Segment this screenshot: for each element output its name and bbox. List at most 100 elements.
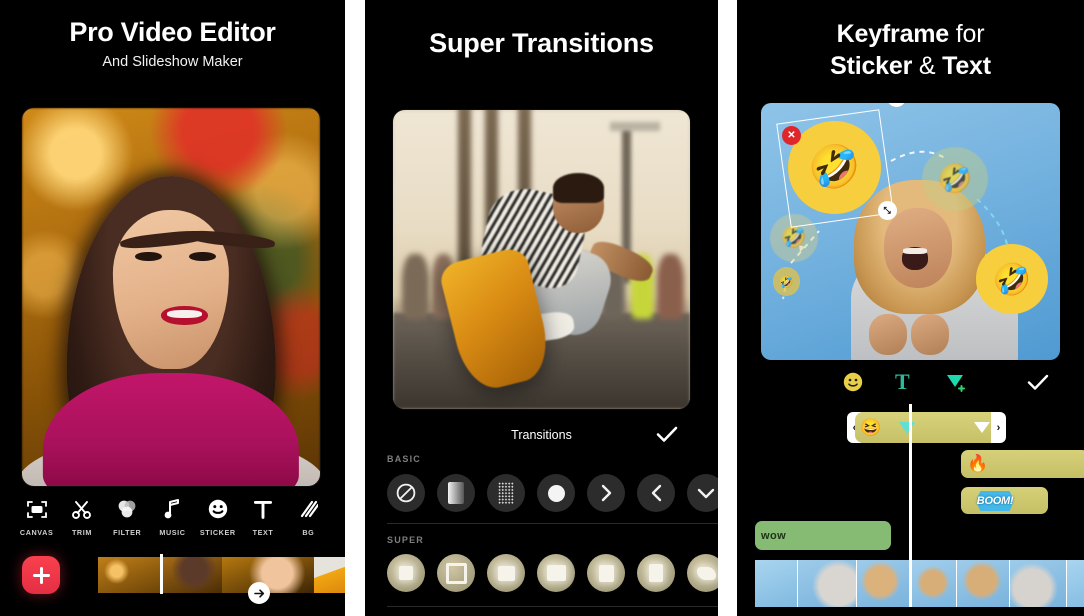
sticker-delete-handle[interactable]: ✕ bbox=[781, 126, 801, 146]
panel-keyframe: Keyframe for Sticker & Text 🤣 🤣 🤣 🤣 🤣 ✕ … bbox=[737, 0, 1084, 616]
list-item[interactable]: BOOM! bbox=[961, 487, 1048, 514]
palm-trunk bbox=[458, 110, 472, 272]
sticker-ghost-large: 🤣 bbox=[922, 146, 989, 211]
transition-slide-left[interactable] bbox=[637, 474, 675, 512]
transition-none[interactable] bbox=[387, 474, 425, 512]
clip-trim-handle-right[interactable]: › bbox=[991, 412, 1006, 443]
title-for: for bbox=[955, 20, 985, 48]
check-icon bbox=[656, 426, 678, 442]
bottom-divider bbox=[387, 606, 718, 607]
clip-label: BOOM! bbox=[967, 490, 1023, 511]
selected-sticker-clip[interactable]: 😆 bbox=[855, 412, 999, 443]
filmstrip-thumb bbox=[98, 557, 160, 593]
filmstrip-thumb bbox=[1067, 560, 1084, 607]
tool-label: TEXT bbox=[252, 528, 274, 537]
circle-icon bbox=[547, 484, 565, 502]
no-entry-icon bbox=[396, 483, 416, 503]
add-text-button[interactable]: T bbox=[895, 369, 910, 395]
sticker-ghost-small: 🤣 bbox=[772, 267, 800, 296]
title-keyframe: Keyframe bbox=[836, 20, 950, 48]
panel-pro-video-editor: Pro Video Editor And Slideshow Maker CAN… bbox=[0, 0, 345, 616]
confirm-button[interactable] bbox=[656, 425, 678, 448]
filmstrip-thumb bbox=[160, 557, 222, 593]
app-store-screenshot-set: Pro Video Editor And Slideshow Maker CAN… bbox=[0, 0, 1084, 616]
section-divider bbox=[387, 523, 718, 524]
transition-super-2[interactable] bbox=[437, 554, 475, 592]
title-amp: & bbox=[918, 52, 936, 80]
skater-hair bbox=[553, 172, 604, 203]
subject-teeth bbox=[166, 309, 203, 318]
page-title: Pro Video Editor bbox=[69, 17, 276, 47]
timeline bbox=[0, 554, 345, 604]
keyframe-diamond-icon[interactable] bbox=[897, 419, 917, 442]
blob-icon bbox=[696, 566, 716, 580]
video-preview[interactable] bbox=[22, 108, 320, 486]
smiley-icon bbox=[208, 498, 228, 520]
filmstrip-thumb bbox=[957, 560, 1010, 607]
title-sticker: Sticker bbox=[830, 52, 913, 80]
page-title-line2: Sticker & Text bbox=[737, 50, 1084, 82]
transition-super-4[interactable] bbox=[537, 554, 575, 592]
tool-text[interactable]: TEXT bbox=[242, 498, 284, 537]
super-transitions-row[interactable] bbox=[387, 554, 718, 592]
list-item[interactable]: wow bbox=[755, 521, 891, 550]
tool-label: FILTER bbox=[113, 528, 142, 537]
transition-super-5[interactable] bbox=[587, 554, 625, 592]
square-glow-icon bbox=[399, 566, 413, 580]
list-item[interactable]: 🔥 bbox=[961, 450, 1084, 478]
tool-sticker[interactable]: STICKER bbox=[197, 498, 239, 537]
keyframe-triangle-icon[interactable] bbox=[974, 422, 990, 433]
filmstrip[interactable] bbox=[755, 560, 1084, 607]
tool-label: TRIM bbox=[71, 528, 92, 537]
transition-super-1[interactable] bbox=[387, 554, 425, 592]
transition-fade[interactable] bbox=[437, 474, 475, 512]
basic-transitions-row[interactable] bbox=[387, 474, 718, 512]
tool-label: BG bbox=[302, 528, 315, 537]
playhead[interactable] bbox=[909, 404, 912, 607]
crowd-figure bbox=[657, 253, 685, 320]
add-media-button[interactable] bbox=[22, 556, 60, 594]
square-wide-icon bbox=[497, 565, 515, 581]
filmstrip-thumb bbox=[755, 560, 798, 607]
filmstrip[interactable] bbox=[98, 557, 345, 593]
panel1-heading: Pro Video Editor And Slideshow Maker bbox=[0, 17, 345, 70]
page-subtitle: And Slideshow Maker bbox=[102, 53, 243, 70]
music-note-icon bbox=[164, 498, 180, 520]
add-sticker-button[interactable] bbox=[843, 369, 863, 395]
panel-divider bbox=[718, 0, 737, 616]
video-preview[interactable] bbox=[393, 110, 690, 409]
smiley-icon bbox=[843, 372, 863, 392]
transition-super-6[interactable] bbox=[637, 554, 675, 592]
square-tall-icon bbox=[598, 564, 614, 582]
clip-label: wow bbox=[761, 529, 787, 542]
light-fixture bbox=[609, 121, 660, 131]
tool-music[interactable]: MUSIC bbox=[151, 498, 193, 537]
filter-icon bbox=[117, 498, 137, 520]
title-text: Text bbox=[942, 52, 991, 80]
tool-canvas[interactable]: CANVAS bbox=[16, 498, 58, 537]
tool-trim[interactable]: TRIM bbox=[61, 498, 103, 537]
tool-filter[interactable]: FILTER bbox=[106, 498, 148, 537]
transition-dissolve[interactable] bbox=[487, 474, 525, 512]
diagonal-lines-icon bbox=[299, 498, 318, 520]
transition-super-7[interactable] bbox=[687, 554, 718, 592]
chevron-right-icon bbox=[601, 484, 611, 502]
transition-circle[interactable] bbox=[537, 474, 575, 512]
filmstrip-thumb bbox=[1010, 560, 1067, 607]
add-keyframe-button[interactable] bbox=[945, 369, 967, 395]
filmstrip-thumb bbox=[910, 560, 957, 607]
tool-label: MUSIC bbox=[159, 528, 186, 537]
fade-gradient-icon bbox=[448, 482, 464, 504]
tool-label: STICKER bbox=[199, 528, 236, 537]
playhead[interactable] bbox=[160, 554, 163, 594]
sticker-rotate-handle[interactable]: ⤡ bbox=[877, 200, 897, 220]
transition-super-3[interactable] bbox=[487, 554, 525, 592]
keyframe-canvas[interactable]: 🤣 🤣 🤣 🤣 🤣 ✕ i ⤡ bbox=[761, 103, 1060, 360]
transition-insert-button[interactable] bbox=[248, 582, 270, 604]
keyframe-toolbar: T bbox=[737, 369, 1084, 395]
tool-bg[interactable]: BG bbox=[287, 498, 329, 537]
panel2-heading: Super Transitions bbox=[365, 28, 718, 59]
transition-slide-down[interactable] bbox=[687, 474, 718, 512]
transition-slide-right[interactable] bbox=[587, 474, 625, 512]
confirm-button[interactable] bbox=[1027, 369, 1049, 395]
